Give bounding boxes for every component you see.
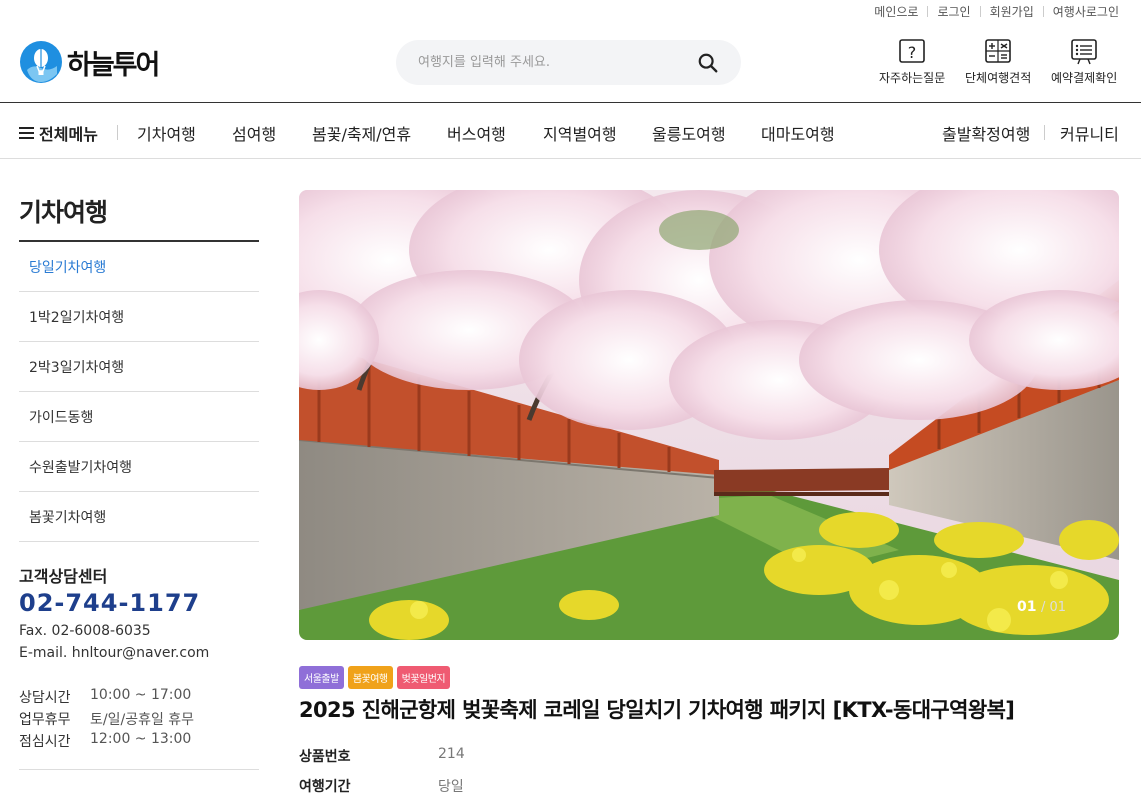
quick-link-faq[interactable]: ? 자주하는질문: [879, 38, 945, 86]
product-title: 2025 진해군항제 벚꽃축제 코레일 당일치기 기차여행 패키지 [KTX-동…: [299, 698, 1015, 722]
nav-item-ulleungdo[interactable]: 울릉도여행: [652, 121, 726, 145]
sidebar-menu: 당일기차여행 1박2일기차여행 2박3일기차여행 가이드동행 수원출발기차여행 …: [19, 242, 259, 542]
hours-value: 10:00 ~ 17:00: [90, 687, 192, 703]
customer-center-email: E-mail. hnltour@naver.com: [19, 645, 210, 661]
nav-item-regional[interactable]: 지역별여행: [543, 121, 617, 145]
svg-text:?: ?: [908, 43, 917, 62]
info-value: 214: [438, 746, 465, 762]
nav-item-confirmed[interactable]: 출발확정여행: [942, 121, 1030, 145]
hours-row: 점심시간 12:00 ~ 13:00: [19, 731, 191, 751]
sidebar-bottom-divider: [19, 769, 259, 770]
product-tags: 서울출발 봄꽃여행 벚꽃일번지: [299, 666, 451, 689]
nav-item-community[interactable]: 커뮤니티: [1060, 121, 1119, 145]
calculator-icon: [985, 39, 1011, 63]
divider: [1042, 6, 1044, 17]
slide-counter: 01 / 01: [1017, 599, 1066, 615]
search-input[interactable]: [418, 55, 697, 70]
search-icon[interactable]: [697, 52, 719, 74]
sidebar-item-2n3d-train[interactable]: 2박3일기차여행: [19, 342, 259, 392]
info-label: 여행기간: [299, 779, 351, 793]
sidebar-title: 기차여행: [19, 198, 108, 227]
sidebar-item-guided[interactable]: 가이드동행: [19, 392, 259, 442]
nav-item-island[interactable]: 섬여행: [232, 121, 276, 145]
customer-center-phone: 02-744-1177: [19, 589, 201, 617]
sidebar-item-day-train[interactable]: 당일기차여행: [19, 242, 259, 292]
hours-label: 상담시간: [19, 690, 71, 706]
customer-center-fax: Fax. 02-6008-6035: [19, 623, 151, 639]
divider: [979, 6, 981, 17]
util-link-signup[interactable]: 회원가입: [990, 3, 1034, 20]
search-bar: [396, 40, 741, 85]
global-nav: 전체메뉴 기차여행 섬여행 봄꽃/축제/연휴 버스여행 지역별여행 울릉도여행 …: [0, 104, 1141, 159]
hours-label: 점심시간: [19, 734, 71, 750]
nav-item-bus[interactable]: 버스여행: [447, 121, 506, 145]
all-menu-button[interactable]: 전체메뉴: [19, 121, 98, 145]
nav-item-festival[interactable]: 봄꽃/축제/연휴: [312, 121, 411, 145]
quick-link-reservation[interactable]: 예약결제확인: [1051, 38, 1117, 86]
sidebar-item-spring-flower-train[interactable]: 봄꽃기차여행: [19, 492, 259, 542]
list-board-icon: [1071, 39, 1097, 65]
hours-row: 업무휴무 토/일/공휴일 휴무: [19, 709, 194, 729]
product-image-slider[interactable]: 01 / 01: [299, 190, 1119, 640]
product-info-row: 상품번호 214: [299, 746, 465, 766]
divider: [117, 125, 118, 140]
logo-text: 하늘투어: [67, 49, 160, 81]
info-value: 당일: [438, 779, 464, 793]
cherry-blossom-photo: [299, 190, 1119, 640]
balloon-logo-icon: [20, 41, 62, 83]
hours-value: 12:00 ~ 13:00: [90, 731, 192, 747]
hours-row: 상담시간 10:00 ~ 17:00: [19, 687, 191, 707]
sidebar-item-suwon-train[interactable]: 수원출발기차여행: [19, 442, 259, 492]
tag-badge: 서울출발: [299, 666, 344, 689]
divider: [927, 6, 929, 17]
util-link-agency-login[interactable]: 여행사로그인: [1053, 3, 1119, 20]
site-logo[interactable]: 하늘투어: [19, 40, 160, 84]
product-info-row: 여행기간 당일: [299, 776, 464, 793]
util-link-login[interactable]: 로그인: [937, 3, 970, 20]
hours-value: 토/일/공휴일 휴무: [90, 712, 195, 728]
nav-item-tsushima[interactable]: 대마도여행: [761, 121, 835, 145]
sidebar-item-1n2d-train[interactable]: 1박2일기차여행: [19, 292, 259, 342]
info-label: 상품번호: [299, 749, 351, 765]
header-divider: [0, 102, 1141, 103]
slide-current: 01: [1017, 599, 1037, 615]
slide-total: 01: [1049, 600, 1066, 615]
tag-badge: 봄꽃여행: [347, 666, 393, 689]
quick-link-label: 단체여행견적: [965, 71, 1032, 85]
customer-center-title: 고객상담센터: [19, 567, 108, 586]
tag-badge: 벚꽃일번지: [396, 666, 451, 689]
quick-link-group-estimate[interactable]: 단체여행견적: [965, 38, 1031, 86]
util-link-main[interactable]: 메인으로: [874, 3, 918, 20]
hours-label: 업무휴무: [19, 712, 71, 728]
quick-link-label: 자주하는질문: [879, 71, 946, 85]
quick-link-label: 예약결제확인: [1051, 71, 1118, 85]
nav-item-train[interactable]: 기차여행: [137, 121, 196, 145]
question-icon: ?: [899, 39, 925, 63]
utility-links: 메인으로 로그인 회원가입 여행사로그인: [874, 3, 1119, 20]
all-menu-label: 전체메뉴: [39, 125, 98, 144]
divider: [1044, 125, 1045, 140]
hamburger-icon: [19, 127, 34, 139]
